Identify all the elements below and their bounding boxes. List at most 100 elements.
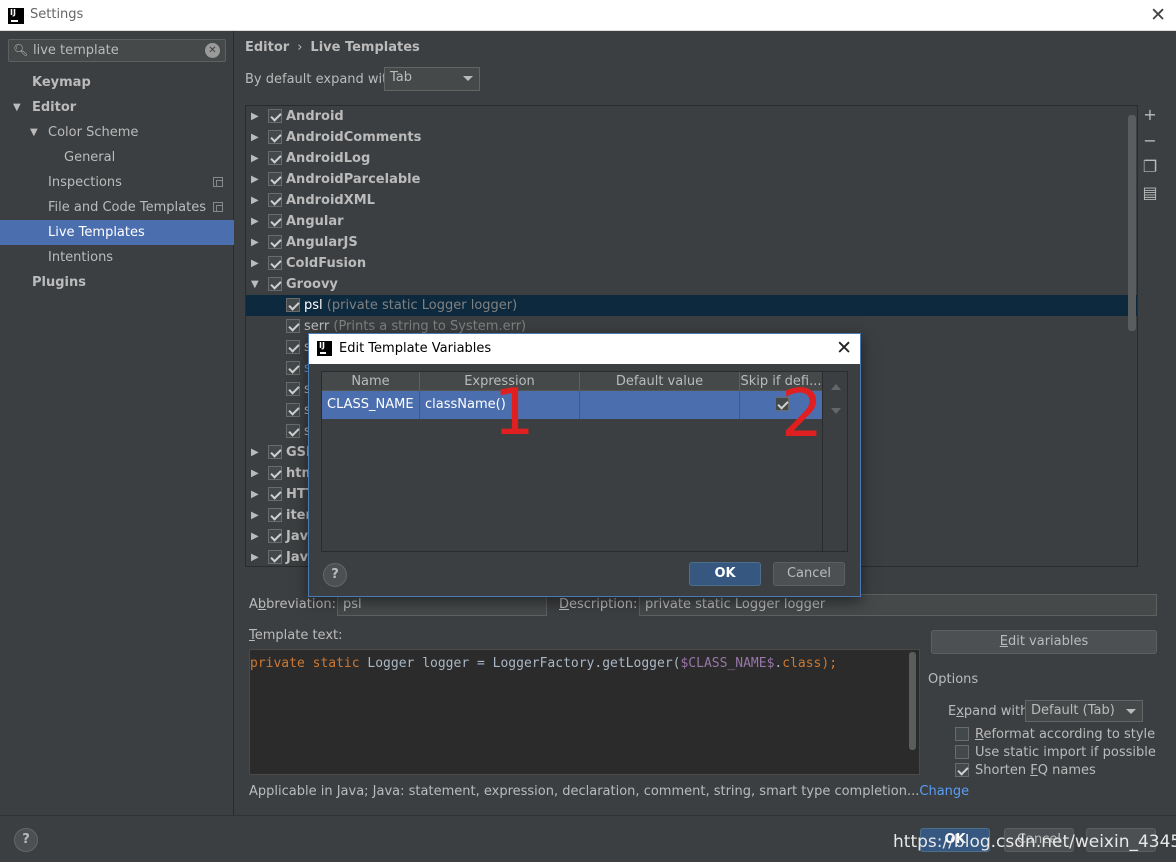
sidebar-item-file-and-code-templates[interactable]: File and Code Templates <box>0 195 234 220</box>
column-header-default-value[interactable]: Default value <box>580 372 740 391</box>
group-row-androidparcelable[interactable]: ▶ AndroidParcelable <box>246 169 1137 190</box>
collapsed-arrow-icon[interactable]: ▶ <box>251 463 259 484</box>
template-checkbox[interactable] <box>286 361 300 375</box>
group-checkbox[interactable] <box>268 529 282 543</box>
collapsed-arrow-icon[interactable]: ▶ <box>251 148 259 169</box>
change-context-link[interactable]: Change <box>919 784 969 799</box>
group-row-groovy[interactable]: ▼ Groovy <box>246 274 1137 295</box>
add-icon[interactable]: + <box>1142 105 1158 131</box>
variable-skip-cell[interactable] <box>740 391 822 419</box>
group-checkbox[interactable] <box>268 550 282 564</box>
option-static-import[interactable]: Use static import if possible <box>955 744 1156 760</box>
collapsed-arrow-icon[interactable]: ▶ <box>251 442 259 463</box>
dialog-cancel-button[interactable]: Cancel <box>773 562 845 586</box>
variable-name-cell[interactable]: CLASS_NAME <box>322 391 420 419</box>
template-checkbox[interactable] <box>286 403 300 417</box>
sidebar-item-editor[interactable]: ▼ Editor <box>0 95 234 120</box>
dialog-help-button[interactable]: ? <box>323 563 347 587</box>
sidebar-item-keymap[interactable]: Keymap <box>0 70 234 95</box>
edit-variables-button[interactable]: Edit variables <box>931 630 1157 654</box>
sidebar-item-intentions[interactable]: Intentions <box>0 245 234 270</box>
collapsed-arrow-icon[interactable]: ▶ <box>251 253 259 274</box>
template-checkbox[interactable] <box>286 319 300 333</box>
sidebar-item-inspections[interactable]: Inspections <box>0 170 234 195</box>
default-expand-label: By default expand with <box>245 72 396 87</box>
move-up-icon[interactable] <box>831 384 841 390</box>
default-expand-select[interactable]: Tab <box>384 67 480 91</box>
collapsed-arrow-icon[interactable]: ▶ <box>251 190 259 211</box>
expanded-arrow-icon[interactable]: ▼ <box>30 120 38 145</box>
template-checkbox[interactable] <box>286 298 300 312</box>
template-row-psl[interactable]: psl (private static Logger logger) <box>246 295 1137 316</box>
template-checkbox[interactable] <box>286 382 300 396</box>
template-text-editor[interactable]: private static Logger logger = LoggerFac… <box>249 649 920 775</box>
editor-scrollbar[interactable] <box>909 652 916 750</box>
restore-defaults-icon[interactable]: ▤ <box>1142 183 1158 209</box>
group-checkbox[interactable] <box>268 214 282 228</box>
group-checkbox[interactable] <box>268 235 282 249</box>
group-checkbox[interactable] <box>268 466 282 480</box>
reformat-checkbox[interactable] <box>955 726 969 741</box>
dialog-ok-button[interactable]: OK <box>689 562 761 586</box>
group-checkbox[interactable] <box>268 487 282 501</box>
collapsed-arrow-icon[interactable]: ▶ <box>251 484 259 505</box>
remove-icon[interactable]: − <box>1142 131 1158 157</box>
group-checkbox[interactable] <box>268 193 282 207</box>
collapsed-arrow-icon[interactable]: ▶ <box>251 169 259 190</box>
expanded-arrow-icon[interactable]: ▼ <box>251 274 259 295</box>
static-import-checkbox[interactable] <box>955 744 969 759</box>
template-checkbox[interactable] <box>286 340 300 354</box>
collapsed-arrow-icon[interactable]: ▶ <box>251 106 259 127</box>
collapsed-arrow-icon[interactable]: ▶ <box>251 526 259 547</box>
close-icon[interactable]: ✕ <box>1150 4 1166 26</box>
group-checkbox[interactable] <box>268 445 282 459</box>
collapsed-arrow-icon[interactable]: ▶ <box>251 211 259 232</box>
collapsed-arrow-icon[interactable]: ▶ <box>251 127 259 148</box>
sidebar-item-live-templates[interactable]: Live Templates <box>0 220 234 245</box>
help-button[interactable]: ? <box>14 828 38 852</box>
group-row-angularjs[interactable]: ▶ AngularJS <box>246 232 1137 253</box>
edit-variables-label: dit variables <box>1007 634 1089 649</box>
variable-default-cell[interactable] <box>580 391 740 419</box>
sidebar-item-general[interactable]: General <box>0 145 234 170</box>
shorten-fq-checkbox[interactable] <box>955 762 969 777</box>
variables-table: Name Expression Default value Skip if de… <box>321 371 848 552</box>
clear-search-icon[interactable]: ✕ <box>205 43 220 58</box>
description-input[interactable]: private static Logger logger <box>639 594 1157 616</box>
group-checkbox[interactable] <box>268 256 282 270</box>
templates-scrollbar[interactable] <box>1128 115 1136 331</box>
option-shorten-fq[interactable]: Shorten FQ names <box>955 762 1096 778</box>
group-row-androidxml[interactable]: ▶ AndroidXML <box>246 190 1137 211</box>
expand-with-select[interactable]: Default (Tab) <box>1025 700 1143 722</box>
group-row-coldfusion[interactable]: ▶ ColdFusion <box>246 253 1137 274</box>
sidebar-item-color-scheme[interactable]: ▼ Color Scheme <box>0 120 234 145</box>
skip-if-defined-checkbox[interactable] <box>775 397 789 411</box>
abbreviation-input[interactable]: psl <box>337 594 547 616</box>
collapsed-arrow-icon[interactable]: ▶ <box>251 232 259 253</box>
dialog-close-icon[interactable]: ✕ <box>836 337 852 359</box>
group-row-android[interactable]: ▶ Android <box>246 106 1137 127</box>
variable-expression-cell[interactable]: className() <box>420 391 580 419</box>
settings-search-input[interactable]: 🔍︎ live template ✕ <box>8 39 226 62</box>
group-checkbox[interactable] <box>268 109 282 123</box>
column-header-expression[interactable]: Expression <box>420 372 580 391</box>
group-checkbox[interactable] <box>268 172 282 186</box>
table-row[interactable]: CLASS_NAME className() <box>322 391 822 419</box>
expanded-arrow-icon[interactable]: ▼ <box>13 95 21 120</box>
collapsed-arrow-icon[interactable]: ▶ <box>251 547 259 566</box>
move-down-icon[interactable] <box>831 408 841 414</box>
group-row-androidlog[interactable]: ▶ AndroidLog <box>246 148 1137 169</box>
group-checkbox[interactable] <box>268 277 282 291</box>
group-checkbox[interactable] <box>268 130 282 144</box>
group-row-angular[interactable]: ▶ Angular <box>246 211 1137 232</box>
column-header-skip-if-defined[interactable]: Skip if defi... <box>740 372 822 391</box>
group-checkbox[interactable] <box>268 508 282 522</box>
group-checkbox[interactable] <box>268 151 282 165</box>
collapsed-arrow-icon[interactable]: ▶ <box>251 505 259 526</box>
sidebar-item-plugins[interactable]: Plugins <box>0 270 234 295</box>
template-checkbox[interactable] <box>286 424 300 438</box>
copy-icon[interactable]: ❐ <box>1142 157 1158 183</box>
option-reformat[interactable]: Reformat according to style <box>955 726 1155 742</box>
group-row-androidcomments[interactable]: ▶ AndroidComments <box>246 127 1137 148</box>
column-header-name[interactable]: Name <box>322 372 420 391</box>
